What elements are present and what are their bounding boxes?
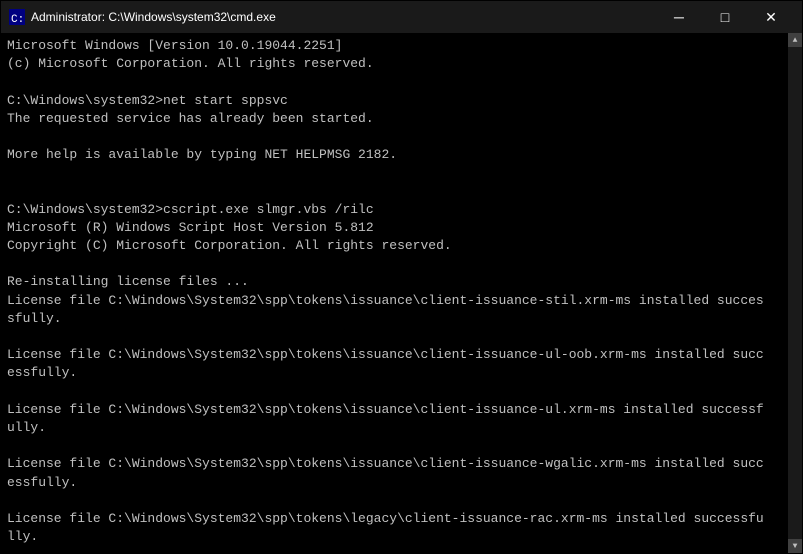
console-scrollbar-area: Microsoft Windows [Version 10.0.19044.22… — [1, 33, 802, 553]
console-line: Copyright (C) Microsoft Corporation. All… — [7, 237, 782, 255]
console-line — [7, 73, 782, 91]
console-line: essfully. — [7, 474, 782, 492]
console-line: Microsoft (R) Windows Script Host Versio… — [7, 219, 782, 237]
console-line — [7, 437, 782, 455]
scroll-down-arrow[interactable]: ▼ — [788, 539, 802, 553]
minimize-button[interactable]: ─ — [656, 1, 702, 33]
cmd-icon: C: — [9, 9, 25, 25]
console-line: lly. — [7, 528, 782, 546]
console-line — [7, 383, 782, 401]
console-line: License file C:\Windows\System32\spp\tok… — [7, 292, 782, 310]
console-line — [7, 328, 782, 346]
scroll-track — [789, 47, 801, 539]
console-line: ully. — [7, 419, 782, 437]
scroll-up-arrow[interactable]: ▲ — [788, 33, 802, 47]
maximize-button[interactable]: □ — [702, 1, 748, 33]
close-button[interactable]: ✕ — [748, 1, 794, 33]
console-line: C:\Windows\system32>net start sppsvc — [7, 92, 782, 110]
console-line: Microsoft Windows [Version 10.0.19044.22… — [7, 37, 782, 55]
console-line — [7, 492, 782, 510]
title-bar: C: Administrator: C:\Windows\system32\cm… — [1, 1, 802, 33]
console-line: (c) Microsoft Corporation. All rights re… — [7, 55, 782, 73]
console-output: Microsoft Windows [Version 10.0.19044.22… — [1, 33, 788, 553]
window-controls: ─ □ ✕ — [656, 1, 794, 33]
console-line: More help is available by typing NET HEL… — [7, 146, 782, 164]
console-line: essfully. — [7, 364, 782, 382]
console-line: License file C:\Windows\System32\spp\tok… — [7, 401, 782, 419]
console-line: License file C:\Windows\System32\spp\tok… — [7, 455, 782, 473]
console-line: Re-installing license files ... — [7, 273, 782, 291]
window-title: Administrator: C:\Windows\system32\cmd.e… — [31, 10, 656, 24]
console-line: sfully. — [7, 310, 782, 328]
console-line: The requested service has already been s… — [7, 110, 782, 128]
console-line: License file C:\Windows\System32\spp\tok… — [7, 346, 782, 364]
console-line — [7, 546, 782, 553]
console-line: C:\Windows\system32>cscript.exe slmgr.vb… — [7, 201, 782, 219]
console-line — [7, 128, 782, 146]
console-line — [7, 183, 782, 201]
console-line: License file C:\Windows\System32\spp\tok… — [7, 510, 782, 528]
cmd-window: C: Administrator: C:\Windows\system32\cm… — [0, 0, 803, 554]
svg-text:C:: C: — [11, 14, 24, 25]
vertical-scrollbar[interactable]: ▲ ▼ — [788, 33, 802, 553]
console-line — [7, 164, 782, 182]
console-line — [7, 255, 782, 273]
